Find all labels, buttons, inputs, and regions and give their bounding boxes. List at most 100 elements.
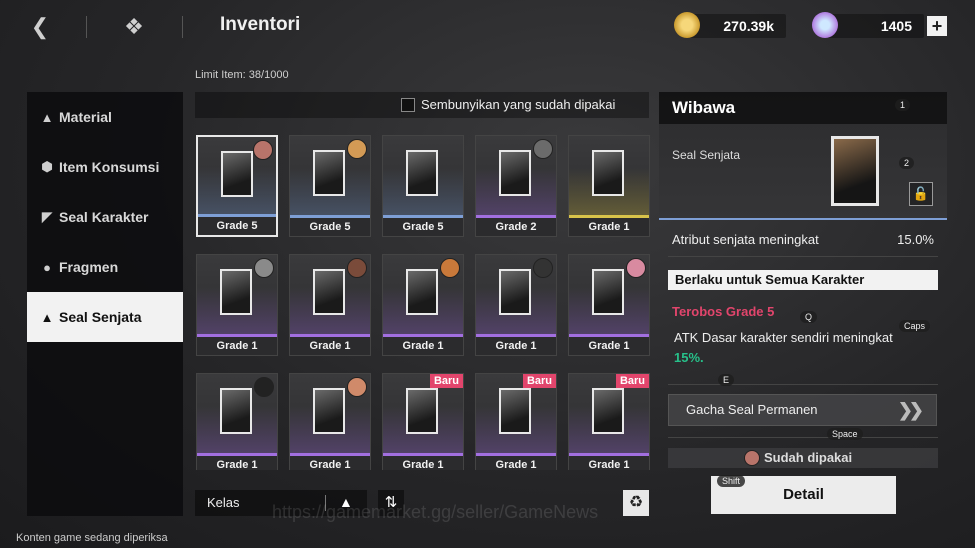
- avatar: [440, 258, 460, 278]
- seal-image: [220, 388, 252, 434]
- weapon-seal-card[interactable]: Grade 1: [475, 254, 557, 356]
- new-badge: Baru: [522, 374, 556, 388]
- divider: [668, 256, 938, 257]
- breakthrough-text: ATK Dasar karakter sendiri meningkat: [674, 330, 893, 345]
- gacha-seal-button[interactable]: Gacha Seal Permanen ❯❯: [668, 394, 937, 426]
- sidebar-item-label: Seal Karakter: [59, 209, 149, 225]
- keyhint-2: 2: [899, 157, 915, 169]
- equipped-status: Sudah dipakai: [668, 448, 938, 468]
- item-name: Wibawa: [672, 98, 736, 117]
- divider: [182, 16, 183, 38]
- equipped-label: Sudah dipakai: [764, 450, 853, 465]
- seal-image: [499, 150, 531, 196]
- sidebar-item-label: Item Konsumsi: [59, 159, 160, 175]
- weapon-seal-card[interactable]: Grade 1: [289, 254, 371, 356]
- avatar: [347, 377, 367, 397]
- avatar: [254, 377, 274, 397]
- seal-image: [221, 151, 253, 197]
- avatar: [254, 258, 274, 278]
- item-detail-panel: Wibawa Seal Senjata 🔓: [659, 92, 947, 220]
- seal-image: [592, 150, 624, 196]
- avatar: [253, 140, 273, 160]
- hide-used-label[interactable]: Sembunyikan yang sudah dipakai: [421, 97, 615, 112]
- sidebar-item-consumable[interactable]: ⬢ Item Konsumsi: [27, 142, 183, 192]
- avatar: [347, 139, 367, 159]
- avatar: [347, 258, 367, 278]
- stat-value: 15.0%: [897, 232, 934, 247]
- seal-image: [499, 388, 531, 434]
- gold-currency: 270.39k: [674, 12, 786, 38]
- grade-label: Grade 5: [198, 217, 276, 235]
- seal-image: [592, 388, 624, 434]
- hide-used-checkbox[interactable]: [401, 98, 415, 112]
- weapon-seal-card[interactable]: Grade 1: [289, 373, 371, 470]
- category-sidebar: ▲ Material ⬢ Item Konsumsi ◤ Seal Karakt…: [27, 92, 183, 516]
- breakthrough-title: Terobos Grade 5: [672, 304, 775, 319]
- sidebar-item-label: Seal Senjata: [59, 309, 142, 325]
- sort-label: Kelas: [207, 495, 240, 510]
- material-icon: ▲: [40, 109, 54, 125]
- grade-label: Grade 1: [476, 456, 556, 470]
- grade-label: Grade 1: [569, 337, 649, 355]
- grade-label: Grade 1: [290, 337, 370, 355]
- grade-label: Grade 1: [383, 337, 463, 355]
- grade-label: Grade 1: [290, 456, 370, 470]
- sidebar-item-fragment[interactable]: ● Fragmen: [27, 242, 183, 292]
- grade-label: Grade 1: [197, 337, 277, 355]
- weapon-seal-card[interactable]: Baru Grade 1: [382, 373, 464, 470]
- weapon-seal-card[interactable]: Grade 1: [196, 254, 278, 356]
- seal-image: [406, 269, 438, 315]
- item-grid: Grade 5 Grade 5 Grade 5 Grade 2 Grade 1 Grade…: [195, 134, 655, 470]
- add-currency-button[interactable]: +: [927, 16, 947, 36]
- keyhint-1: 1: [895, 99, 911, 111]
- weapon-seal-card[interactable]: Grade 2: [475, 135, 557, 237]
- weapon-seal-card[interactable]: Grade 5: [196, 135, 278, 237]
- weapon-seal-icon: ▲: [40, 309, 54, 325]
- watermark: https://gamemarket.gg/seller/GameNews: [272, 502, 599, 522]
- gem-amount: 1405: [880, 18, 912, 34]
- divider: [668, 384, 938, 385]
- weapon-seal-card[interactable]: Grade 1: [568, 135, 650, 237]
- grade-label: Grade 1: [569, 456, 649, 470]
- home-diamond-icon[interactable]: ❖: [121, 14, 147, 40]
- weapon-seal-card[interactable]: Baru Grade 1: [568, 373, 650, 470]
- stat-row: Atribut senjata meningkat 15.0%: [668, 228, 938, 252]
- top-bar: ❮ ❖ Inventori 270.39k 1405 +: [0, 0, 975, 52]
- keyhint-shift: Shift: [717, 475, 746, 487]
- weapon-seal-card[interactable]: Grade 1: [568, 254, 650, 356]
- seal-image: [220, 269, 252, 315]
- divider: [86, 16, 87, 38]
- item-seal-image: [831, 136, 879, 206]
- grade-label: Grade 5: [383, 218, 463, 236]
- page-title: Inventori: [220, 14, 301, 35]
- double-chevron-icon: ❯❯: [897, 400, 924, 420]
- divider: [668, 437, 938, 438]
- recycle-icon[interactable]: ♻: [623, 490, 649, 516]
- grade-label: Grade 1: [383, 456, 463, 470]
- weapon-seal-card[interactable]: Grade 1: [382, 254, 464, 356]
- back-icon[interactable]: ❮: [27, 14, 53, 40]
- character-seal-icon: ◤: [42, 209, 52, 224]
- grade-label: Grade 1: [476, 337, 556, 355]
- filter-row: Sembunyikan yang sudah dipakai: [195, 92, 649, 118]
- status-text: Konten game sedang diperiksa: [16, 532, 168, 544]
- sidebar-item-material[interactable]: ▲ Material: [27, 92, 183, 142]
- seal-image: [313, 269, 345, 315]
- item-limit-label: Limit Item:: [195, 69, 246, 81]
- sidebar-item-weapon-seal[interactable]: ▲ Seal Senjata: [27, 292, 183, 342]
- weapon-seal-card[interactable]: Baru Grade 1: [475, 373, 557, 470]
- item-type: Seal Senjata: [672, 148, 741, 162]
- keyhint-q: Q: [800, 311, 818, 323]
- weapon-seal-card[interactable]: Grade 1: [196, 373, 278, 470]
- gold-amount: 270.39k: [723, 18, 774, 34]
- weapon-seal-card[interactable]: Grade 5: [382, 135, 464, 237]
- item-limit: Limit Item: 38/1000: [195, 69, 289, 81]
- new-badge: Baru: [429, 374, 463, 388]
- gold-coin-icon: [674, 12, 700, 38]
- weapon-seal-card[interactable]: Grade 5: [289, 135, 371, 237]
- lock-icon[interactable]: 🔓: [909, 182, 933, 206]
- sidebar-item-character-seal[interactable]: ◤ Seal Karakter: [27, 192, 183, 242]
- seal-image: [313, 388, 345, 434]
- grade-label: Grade 2: [476, 218, 556, 236]
- seal-image: [406, 388, 438, 434]
